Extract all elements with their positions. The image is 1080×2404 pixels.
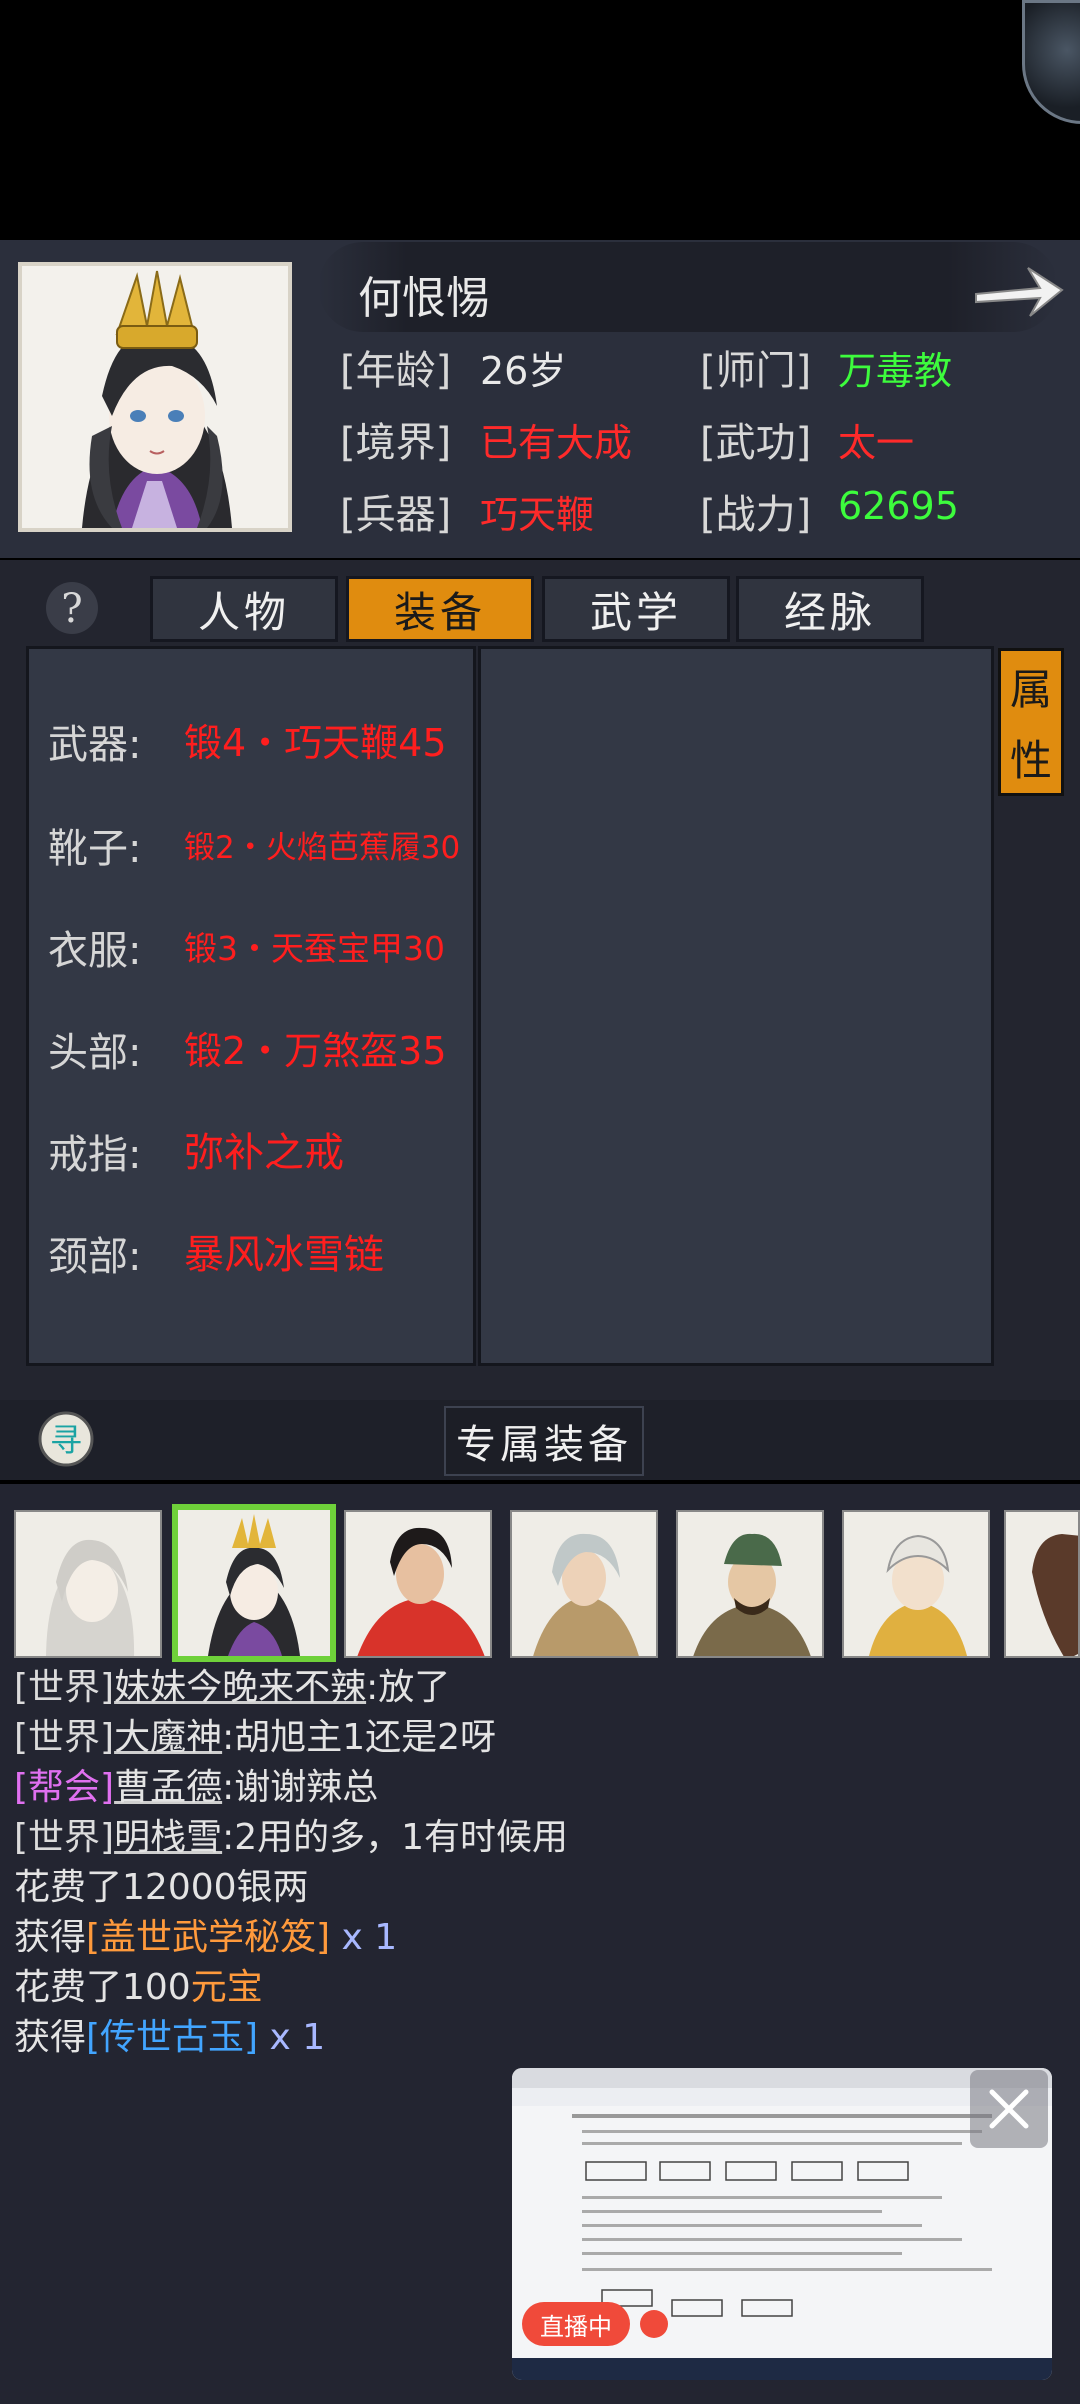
slot-ring-value[interactable]: 弥补之戒 <box>184 1120 344 1178</box>
log-prefix: 获得 <box>14 2017 87 2058</box>
chat-username[interactable]: 妹妹今晚来不辣 <box>114 1667 366 1708</box>
tab-equipment[interactable]: 装备 <box>346 576 534 642</box>
realm-label: [境界] <box>340 420 452 466</box>
chat-line: [世界]妹妹今晚来不辣:放了 <box>14 1658 450 1710</box>
chat-username[interactable]: 大魔神 <box>114 1717 222 1758</box>
weapon-label: [兵器] <box>340 492 452 538</box>
system-log-line: 获得[盖世武学秘笈] x 1 <box>14 1908 397 1960</box>
chat-line: [帮会]曹孟德:谢谢辣总 <box>14 1758 378 1810</box>
system-log-line: 花费了100元宝 <box>14 1958 263 2010</box>
slot-weapon-label: 武器: <box>48 722 142 768</box>
log-item[interactable]: [盖世武学秘笈] <box>86 1917 330 1958</box>
hero-portrait <box>18 262 292 532</box>
power-label: [战力] <box>700 492 812 538</box>
chat-line: [世界]大魔神:胡旭主1还是2呀 <box>14 1708 496 1760</box>
corner-menu-icon[interactable] <box>1022 0 1080 124</box>
tab-character[interactable]: 人物 <box>150 576 338 642</box>
roster-hero-4[interactable] <box>510 1510 658 1658</box>
attributes-button-char-2: 性 <box>1009 736 1052 785</box>
age-value: 26岁 <box>480 349 567 393</box>
roster-hero-2-selected[interactable] <box>172 1504 336 1662</box>
equipment-detail-box <box>478 646 994 1366</box>
log-item: 元宝 <box>190 1967 263 2008</box>
slot-neck-value[interactable]: 暴风冰雪链 <box>184 1222 384 1280</box>
slot-head-label: 头部: <box>48 1030 142 1076</box>
power-value: 62695 <box>838 484 959 528</box>
chat-message: :胡旭主1还是2呀 <box>222 1717 497 1758</box>
roster-hero-1[interactable] <box>14 1510 162 1658</box>
attributes-button-char-1: 属 <box>1009 665 1052 714</box>
help-icon[interactable]: ? <box>44 578 100 640</box>
slot-clothes-label: 衣服: <box>48 928 142 974</box>
tab-meridians[interactable]: 经脉 <box>736 576 924 642</box>
log-item: 12000银两 <box>122 1867 309 1908</box>
log-suffix: x 1 <box>258 2017 326 2058</box>
roster-hero-5[interactable] <box>676 1510 824 1658</box>
age-label: [年龄] <box>340 348 452 394</box>
svg-text:?: ? <box>61 586 82 632</box>
realm-value: 已有大成 <box>480 421 633 465</box>
log-prefix: 获得 <box>14 1917 87 1958</box>
log-prefix: 花费了100 <box>14 1967 191 2008</box>
chat-message: :谢谢辣总 <box>222 1767 379 1808</box>
weapon-value: 巧天鞭 <box>480 493 595 537</box>
slot-neck-label: 颈部: <box>48 1234 142 1280</box>
log-item[interactable]: [传世古玉] <box>86 2017 258 2058</box>
chat-channel: [世界] <box>14 1717 115 1758</box>
slot-head-value[interactable]: 锻2・万煞盔35 <box>184 1020 447 1075</box>
next-arrow-icon[interactable] <box>970 256 1066 326</box>
slot-boots-value[interactable]: 锻2・火焰芭蕉履30 <box>184 822 460 867</box>
chat-channel: [世界] <box>14 1817 115 1858</box>
attributes-button[interactable]: 属 性 <box>998 648 1064 796</box>
chat-message: :2用的多，1有时候用 <box>222 1817 569 1858</box>
martial-label: [武功] <box>700 420 812 466</box>
live-dot-icon <box>640 2310 668 2338</box>
chat-channel: [世界] <box>14 1667 115 1708</box>
chat-line: [世界]明栈雪:2用的多，1有时候用 <box>14 1808 568 1860</box>
roster-hero-7[interactable] <box>1004 1510 1080 1658</box>
close-icon[interactable] <box>970 2070 1048 2148</box>
roster-hero-3[interactable] <box>344 1510 492 1658</box>
system-log-line: 花费了12000银两 <box>14 1858 309 1910</box>
log-prefix: 花费了 <box>14 1867 123 1908</box>
system-log-line: 获得[传世古玉] x 1 <box>14 2008 325 2060</box>
sect-value: 万毒教 <box>838 349 953 393</box>
chat-channel: [帮会] <box>14 1767 115 1808</box>
tab-martial-arts[interactable]: 武学 <box>542 576 730 642</box>
slot-weapon-value[interactable]: 锻4・巧天鞭45 <box>184 712 447 767</box>
chat-message: :放了 <box>366 1667 451 1708</box>
chat-username[interactable]: 曹孟德 <box>114 1767 222 1808</box>
slot-ring-label: 戒指: <box>48 1132 142 1178</box>
slot-clothes-value[interactable]: 锻3・天蚕宝甲30 <box>184 922 445 970</box>
log-suffix: x 1 <box>330 1917 398 1958</box>
martial-value: 太一 <box>838 421 915 465</box>
search-seal-char: 寻 <box>50 1421 82 1459</box>
slot-boots-label: 靴子: <box>48 826 142 872</box>
hero-name: 何恨惕 <box>358 273 490 324</box>
chat-username[interactable]: 明栈雪 <box>114 1817 222 1858</box>
exclusive-equipment-button[interactable]: 专属装备 <box>444 1406 644 1476</box>
roster-hero-6[interactable] <box>842 1510 990 1658</box>
sect-label: [师门] <box>700 348 812 394</box>
search-seal-icon[interactable]: 寻 <box>38 1410 94 1468</box>
live-badge: 直播中 <box>522 2302 630 2346</box>
